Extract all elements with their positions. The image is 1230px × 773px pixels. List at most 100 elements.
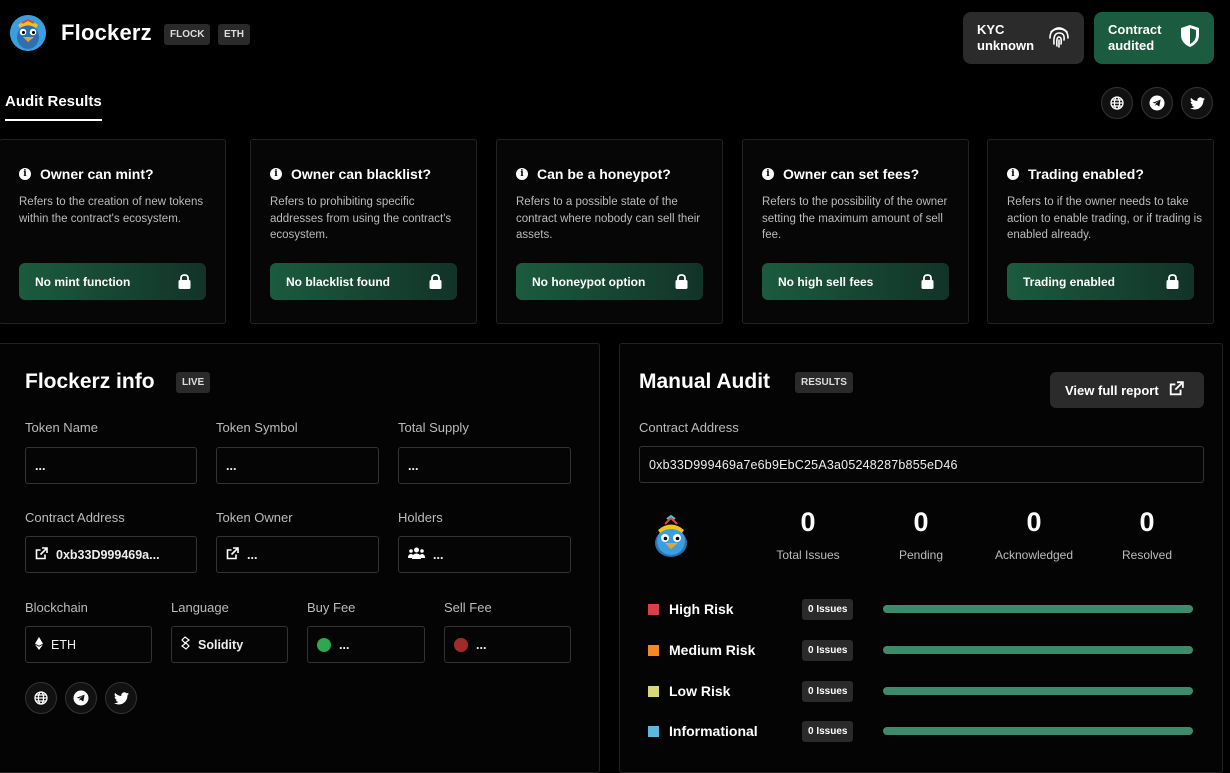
info-icon[interactable]: i xyxy=(516,168,528,180)
stat-label: Total Issues xyxy=(776,548,840,562)
blockchain-value: ETH xyxy=(51,637,76,652)
lock-icon xyxy=(429,274,442,292)
globe-icon[interactable] xyxy=(1101,87,1133,119)
blockchain-label: Blockchain xyxy=(25,600,88,615)
check-question: i Owner can mint? xyxy=(19,166,154,182)
risk-issues-badge: 0 Issues xyxy=(802,720,854,742)
stat-label: Resolved xyxy=(1121,548,1173,562)
manual-contract-address-value: 0xb33D999469a7e6b9EbC25A3a05248287b855eD… xyxy=(649,457,958,472)
holders-label: Holders xyxy=(398,510,443,525)
kyc-status-button[interactable]: KYC unknown xyxy=(963,12,1084,64)
check-description: Refers to the creation of new tokens wit… xyxy=(19,196,204,225)
manual-contract-address-field[interactable]: 0xb33D999469a7e6b9EbC25A3a05248287b855eD… xyxy=(639,446,1204,483)
telegram-icon[interactable] xyxy=(1141,87,1173,119)
risk-issues-badge: 0 Issues xyxy=(802,680,854,702)
risk-color-swatch xyxy=(648,603,659,615)
check-question-text: Owner can set fees? xyxy=(783,166,920,182)
risk-issues-badge: 0 Issues xyxy=(802,598,854,620)
token-symbol-value: ... xyxy=(226,458,237,473)
buy-fee-label: Buy Fee xyxy=(307,600,356,615)
check-result-text: No high sell fees xyxy=(778,274,874,289)
sell-fee-field: ... xyxy=(444,626,571,663)
info-icon[interactable]: i xyxy=(762,168,774,180)
lock-icon xyxy=(921,274,934,292)
check-question: i Trading enabled? xyxy=(1007,166,1144,182)
stat-label: Pending xyxy=(898,548,944,562)
check-question-text: Owner can mint? xyxy=(40,166,154,182)
token-name-field: ... xyxy=(25,447,197,484)
contract-address-label: Contract Address xyxy=(25,510,125,525)
info-icon[interactable]: i xyxy=(270,168,282,180)
ethereum-icon xyxy=(35,636,43,653)
brand-name: Flockerz xyxy=(61,20,152,45)
check-description: Refers to a possible state of the contra… xyxy=(516,196,701,241)
manual-contract-address-label: Contract Address xyxy=(639,420,739,435)
solidity-icon xyxy=(181,636,190,653)
tab-audit-results[interactable]: Audit Results xyxy=(5,93,102,121)
contract-address-value: 0xb33D999469a... xyxy=(56,547,160,562)
risk-issues-badge: 0 Issues xyxy=(802,639,854,661)
live-badge: LIVE xyxy=(176,372,211,393)
total-supply-label: Total Supply xyxy=(398,420,469,435)
sell-fee-label: Sell Fee xyxy=(444,600,492,615)
token-owner-link[interactable]: ... xyxy=(216,536,379,573)
buy-fee-value: ... xyxy=(339,637,350,652)
buy-fee-field: ... xyxy=(307,626,425,663)
sell-fee-value: ... xyxy=(476,637,487,652)
twitter-icon[interactable] xyxy=(1181,87,1213,119)
audit-check-card: i Trading enabled? Refers to if the owner … xyxy=(987,139,1214,324)
sell-fee-dot xyxy=(454,637,468,652)
risk-row: High Risk 0 Issues xyxy=(648,598,1208,620)
check-question-text: Can be a honeypot? xyxy=(537,166,671,182)
check-result-badge: Trading enabled xyxy=(1007,263,1194,300)
token-symbol-label: Token Symbol xyxy=(216,420,298,435)
risk-color-swatch xyxy=(648,725,659,737)
manual-audit-title: Manual Audit xyxy=(639,370,771,393)
external-link-icon xyxy=(35,546,48,563)
external-link-icon xyxy=(226,546,239,563)
audit-check-card: i Can be a honeypot? Refers to a possible … xyxy=(496,139,723,324)
check-result-badge: No honeypot option xyxy=(516,263,703,300)
check-description: Refers to prohibiting specific addresses… xyxy=(270,196,452,241)
contract-line1: Contract xyxy=(1108,22,1162,37)
risk-color-swatch xyxy=(648,685,659,697)
kyc-line1: KYC xyxy=(977,22,1005,37)
twitter-icon[interactable] xyxy=(105,682,137,714)
risk-name: Medium Risk xyxy=(669,642,756,658)
audit-check-card: i Owner can set fees? Refers to the possib… xyxy=(742,139,969,324)
lock-icon xyxy=(1166,274,1179,292)
audit-check-card: i Owner can mint? Refers to the creation o… xyxy=(0,139,226,324)
token-logo xyxy=(10,15,46,51)
check-result-text: Trading enabled xyxy=(1023,274,1116,289)
check-result-text: No honeypot option xyxy=(532,274,646,289)
audit-check-card: i Owner can blacklist? Refers to prohibiti… xyxy=(250,139,477,324)
view-full-report-button[interactable]: View full report xyxy=(1050,372,1204,408)
check-question-text: Owner can blacklist? xyxy=(291,166,432,182)
check-result-badge: No mint function xyxy=(19,263,206,300)
telegram-icon[interactable] xyxy=(65,682,97,714)
results-badge: RESULTS xyxy=(795,372,853,393)
check-question: i Can be a honeypot? xyxy=(516,166,671,182)
check-question: i Owner can blacklist? xyxy=(270,166,431,182)
token-name-value: ... xyxy=(35,458,46,473)
risk-progress-bar xyxy=(883,687,1193,695)
language-field: Solidity xyxy=(171,626,288,663)
ticker-tag: FLOCK xyxy=(164,24,211,45)
language-label: Language xyxy=(171,600,229,615)
contract-audited-button[interactable]: Contract audited xyxy=(1094,12,1214,64)
info-icon[interactable]: i xyxy=(19,168,31,180)
total-supply-field: ... xyxy=(398,447,571,484)
check-question: i Owner can set fees? xyxy=(762,166,919,182)
blockchain-field: ETH xyxy=(25,626,152,663)
mascot-image xyxy=(652,514,690,557)
contract-address-link[interactable]: 0xb33D999469a... xyxy=(25,536,197,573)
globe-icon[interactable] xyxy=(25,682,57,714)
risk-color-swatch xyxy=(648,644,659,656)
info-icon[interactable]: i xyxy=(1007,168,1019,180)
check-result-text: No blacklist found xyxy=(286,274,391,289)
chain-tag: ETH xyxy=(218,24,250,45)
risk-row: Medium Risk 0 Issues xyxy=(648,639,1208,661)
stat-value: 0 xyxy=(1139,507,1155,537)
lock-icon xyxy=(178,274,191,292)
check-result-text: No mint function xyxy=(35,274,131,289)
